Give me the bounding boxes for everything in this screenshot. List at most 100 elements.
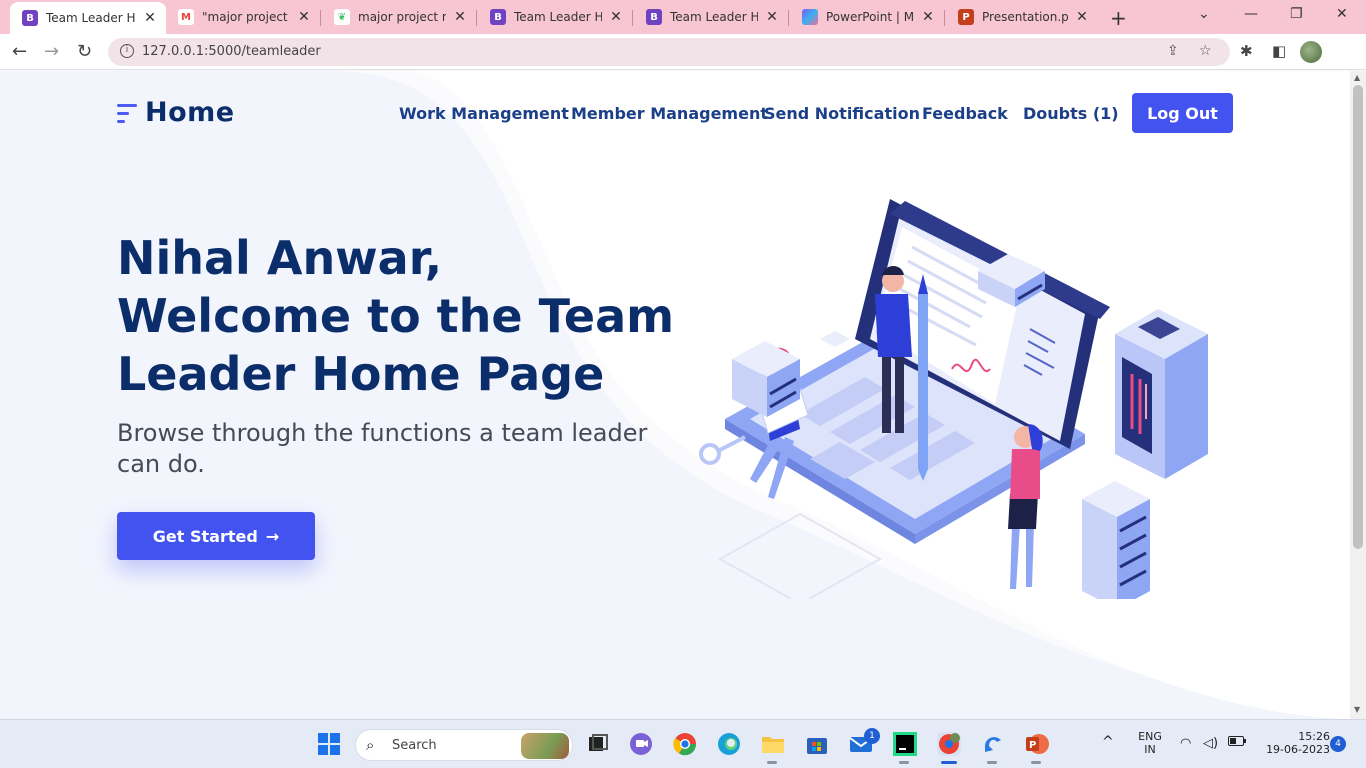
close-tab-icon[interactable]: ✕ [296, 9, 312, 25]
language-indicator[interactable]: ENG IN [1136, 730, 1164, 756]
bookmark-star-icon[interactable]: ☆ [1199, 43, 1212, 59]
notification-badge[interactable]: 4 [1330, 736, 1346, 752]
chrome-icon[interactable] [673, 732, 697, 756]
tab-title: major project rep [358, 10, 446, 24]
scrollbar-thumb[interactable] [1353, 85, 1363, 549]
powerpoint-favicon-icon: P [958, 9, 974, 25]
nav-send-notification[interactable]: Send Notification [764, 104, 920, 123]
brand-logo[interactable]: Home [117, 97, 235, 128]
running-indicator [767, 761, 777, 764]
brand-title: Home [145, 97, 235, 128]
windows-taskbar: ⌕ Search 1 P ^ ENG IN ◠ ◁) 15:26 19-06-2… [0, 719, 1366, 768]
tab-separator [632, 10, 633, 26]
get-started-label: Get Started [152, 526, 258, 546]
search-placeholder: Search [392, 738, 437, 753]
back-arrow-icon[interactable]: ← [12, 41, 27, 62]
volume-icon[interactable]: ◁) [1203, 736, 1218, 751]
clock-time: 15:26 [1298, 730, 1330, 743]
page-scrollbar[interactable]: ▲ ▼ [1350, 71, 1366, 719]
edge-icon[interactable] [717, 732, 741, 756]
region-code: IN [1144, 743, 1156, 756]
powerpoint-icon[interactable]: P [1025, 732, 1049, 756]
nav-feedback[interactable]: Feedback [922, 104, 1008, 123]
running-indicator [987, 761, 997, 764]
extensions-puzzle-icon[interactable]: ✱ [1240, 42, 1253, 60]
close-tab-icon[interactable]: ✕ [608, 9, 624, 25]
scroll-down-arrow-icon[interactable]: ▼ [1354, 705, 1360, 714]
arrow-right-icon: → [265, 526, 280, 546]
gmail-favicon-icon: M [178, 9, 194, 25]
file-explorer-icon[interactable] [761, 732, 785, 756]
tab-separator [476, 10, 477, 26]
hero-title: Nihal Anwar, Welcome to the Team Leader … [117, 231, 675, 401]
scroll-up-arrow-icon[interactable]: ▲ [1354, 73, 1360, 82]
nav-member-management[interactable]: Member Management [571, 104, 768, 123]
address-bar[interactable]: i 127.0.0.1:5000/teamleader ⇪ ☆ [108, 38, 1230, 66]
chrome-profile-icon[interactable] [937, 732, 961, 756]
wifi-icon[interactable]: ◠ [1180, 736, 1191, 751]
tab-powerpoint[interactable]: PowerPoint | Mic ✕ [790, 3, 944, 31]
taskbar-search-box[interactable]: ⌕ Search [355, 729, 573, 761]
restore-button[interactable]: ❐ [1290, 6, 1303, 22]
forward-arrow-icon[interactable]: → [44, 41, 59, 62]
teams-chat-icon[interactable] [629, 732, 653, 756]
tab-title: Team Leader Hon [670, 10, 758, 24]
reload-icon[interactable]: ↻ [77, 41, 92, 62]
close-tab-icon[interactable]: ✕ [920, 9, 936, 25]
language-code: ENG [1138, 730, 1162, 743]
profile-avatar[interactable] [1300, 41, 1322, 63]
task-view-icon[interactable] [586, 732, 610, 756]
clock-date: 19-06-2023 [1266, 743, 1330, 756]
bootstrap-favicon-icon: B [490, 9, 506, 25]
tab-separator [788, 10, 789, 26]
tab-title: PowerPoint | Mic [826, 10, 914, 24]
new-tab-button[interactable]: + [1110, 6, 1127, 30]
tab-gmail[interactable]: M "major project rep ✕ [166, 3, 320, 31]
tab-title: Presentation.pptx [982, 10, 1068, 24]
clock[interactable]: 15:26 19-06-2023 [1254, 730, 1330, 756]
minimize-button[interactable]: — [1244, 6, 1258, 22]
tab-title: Team Leader Hon [514, 10, 602, 24]
close-tab-icon[interactable]: ✕ [1074, 9, 1090, 25]
running-indicator [899, 761, 909, 764]
tab-team-leader-home-3[interactable]: B Team Leader Hon ✕ [634, 3, 788, 31]
app-blue-arrow-icon[interactable] [981, 732, 1005, 756]
leaf-favicon-icon: ❦ [334, 9, 350, 25]
close-tab-icon[interactable]: ✕ [452, 9, 468, 25]
page-viewport: Home Work Management Member Management S… [0, 71, 1350, 719]
pycharm-icon[interactable] [893, 732, 917, 756]
close-tab-icon[interactable]: ✕ [764, 9, 780, 25]
tab-major-project[interactable]: ❦ major project rep ✕ [322, 3, 476, 31]
nav-doubts[interactable]: Doubts (1) [1023, 104, 1119, 123]
url-text[interactable]: 127.0.0.1:5000/teamleader [142, 44, 321, 59]
menu-lines-icon [117, 101, 137, 125]
windows-start-icon[interactable] [317, 732, 341, 756]
tab-search-chevron-icon[interactable]: ⌄ [1198, 6, 1210, 22]
nav-work-management[interactable]: Work Management [399, 104, 569, 123]
microsoft-store-icon[interactable] [805, 732, 829, 756]
svg-text:P: P [1029, 740, 1036, 751]
tab-title: Team Leader Hon [46, 11, 136, 25]
tab-team-leader-home-1[interactable]: B Team Leader Hon ✕ [10, 2, 166, 34]
office-favicon-icon [802, 9, 818, 25]
logout-button[interactable]: Log Out [1132, 93, 1233, 133]
search-icon: ⌕ [366, 736, 375, 754]
get-started-button[interactable]: Get Started → [117, 512, 315, 560]
close-tab-icon[interactable]: ✕ [142, 10, 158, 26]
browser-toolbar: ← → ↻ i 127.0.0.1:5000/teamleader ⇪ ☆ ✱ … [0, 34, 1366, 70]
browser-tab-bar: B Team Leader Hon ✕ M "major project rep… [0, 0, 1366, 34]
mail-badge: 1 [864, 728, 880, 744]
battery-icon[interactable] [1228, 736, 1246, 749]
close-window-button[interactable]: ✕ [1336, 6, 1348, 22]
bootstrap-favicon-icon: B [22, 10, 38, 26]
site-info-icon[interactable]: i [120, 44, 134, 58]
tab-team-leader-home-2[interactable]: B Team Leader Hon ✕ [478, 3, 632, 31]
share-icon[interactable]: ⇪ [1167, 43, 1179, 59]
tab-presentation[interactable]: P Presentation.pptx ✕ [946, 3, 1098, 31]
side-panel-icon[interactable]: ◧ [1272, 42, 1286, 60]
hero-subtitle: Browse through the functions a team lead… [117, 419, 648, 478]
tab-separator [944, 10, 945, 26]
show-hidden-icons-chevron-icon[interactable]: ^ [1102, 734, 1114, 750]
tab-title: "major project rep [202, 10, 290, 24]
bootstrap-favicon-icon: B [646, 9, 662, 25]
